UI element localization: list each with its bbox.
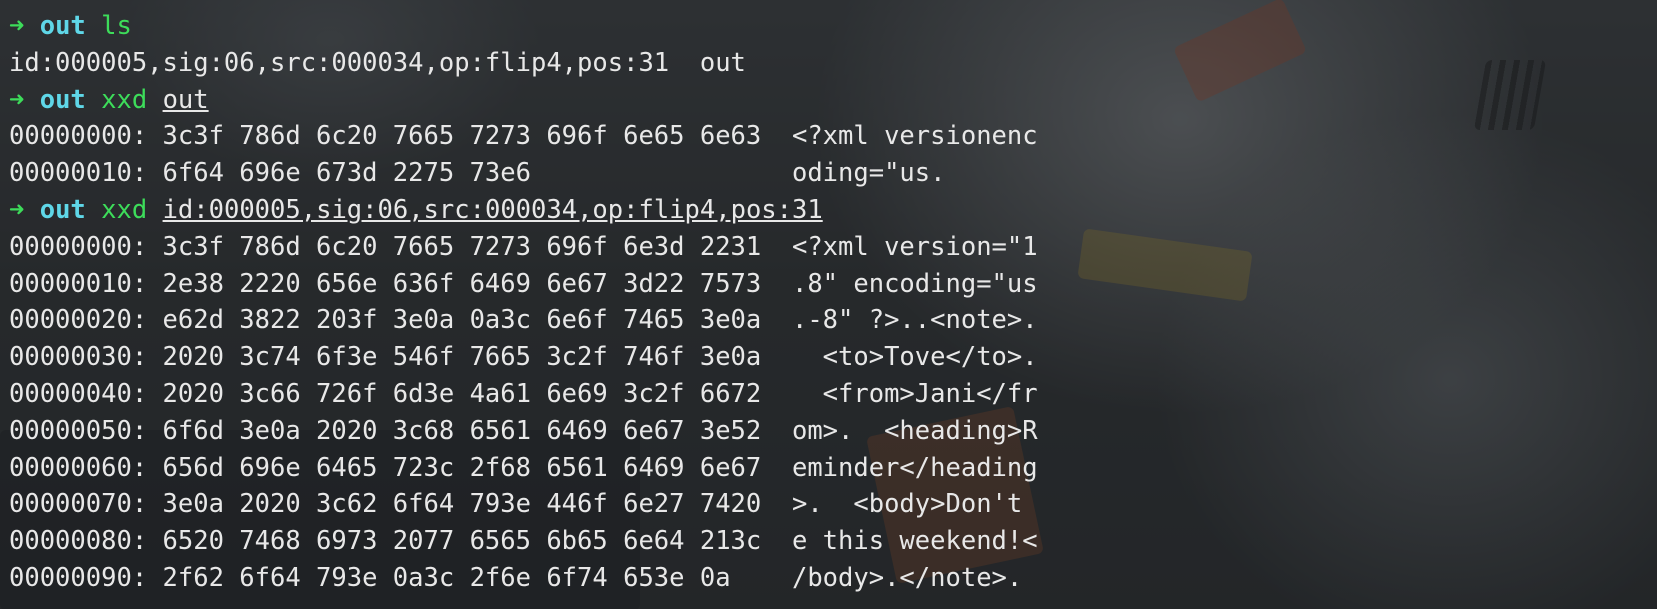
command-argument[interactable]: id:000005,sig:06,src:000034,op:flip4,pos… bbox=[163, 195, 823, 225]
prompt-directory: out bbox=[39, 194, 86, 225]
output-line: 00000000: 3c3f 786d 6c20 7665 7273 696f … bbox=[9, 231, 1038, 262]
prompt-arrow-icon: ➜ bbox=[9, 11, 25, 41]
output-line: 00000030: 2020 3c74 6f3e 546f 7665 3c2f … bbox=[9, 342, 1038, 373]
output-line: 00000090: 2f62 6f64 793e 0a3c 2f6e 6f74 … bbox=[9, 562, 1023, 593]
prompt-line: ➜ out ls bbox=[9, 8, 1038, 45]
command-name: ls bbox=[101, 11, 132, 41]
output-line: 00000020: e62d 3822 203f 3e0a 0a3c 6e6f … bbox=[9, 305, 1038, 336]
prompt-arrow-icon: ➜ bbox=[9, 84, 25, 115]
output-line: 00000080: 6520 7468 6973 2077 6565 6b65 … bbox=[9, 526, 1038, 557]
terminal-window[interactable]: ➜ out ls id:000005,sig:06,src:000034,op:f… bbox=[0, 0, 1657, 609]
output-line: 00000060: 656d 696e 6465 723c 2f68 6561 … bbox=[9, 452, 1038, 483]
output-line: 00000010: 2e38 2220 656e 636f 6469 6e67 … bbox=[9, 268, 1038, 299]
command-name: xxd bbox=[101, 84, 148, 115]
output-line: 00000050: 6f6d 3e0a 2020 3c68 6561 6469 … bbox=[9, 415, 1038, 446]
output-line: 00000070: 3e0a 2020 3c62 6f64 793e 446f … bbox=[9, 489, 1038, 520]
output-line: 00000010: 6f64 696e 673d 2275 73e6 oding… bbox=[9, 158, 946, 189]
prompt-arrow-icon: ➜ bbox=[9, 194, 25, 225]
terminal-output: ➜ out ls id:000005,sig:06,src:000034,op:f… bbox=[9, 8, 1038, 597]
output-line: 00000040: 2020 3c66 726f 6d3e 4a61 6e69 … bbox=[9, 378, 1038, 409]
output-line: id:000005,sig:06,src:000034,op:flip4,pos… bbox=[9, 47, 746, 78]
prompt-directory: out bbox=[39, 11, 86, 41]
output-line: 00000000: 3c3f 786d 6c20 7665 7273 696f … bbox=[9, 121, 1038, 152]
command-argument[interactable]: out bbox=[163, 85, 209, 115]
prompt-directory: out bbox=[39, 84, 86, 115]
command-name: xxd bbox=[101, 194, 148, 225]
prompt-line: ➜ out xxd out bbox=[9, 82, 1038, 119]
prompt-line: ➜ out xxd id:000005,sig:06,src:000034,op… bbox=[9, 192, 1038, 229]
